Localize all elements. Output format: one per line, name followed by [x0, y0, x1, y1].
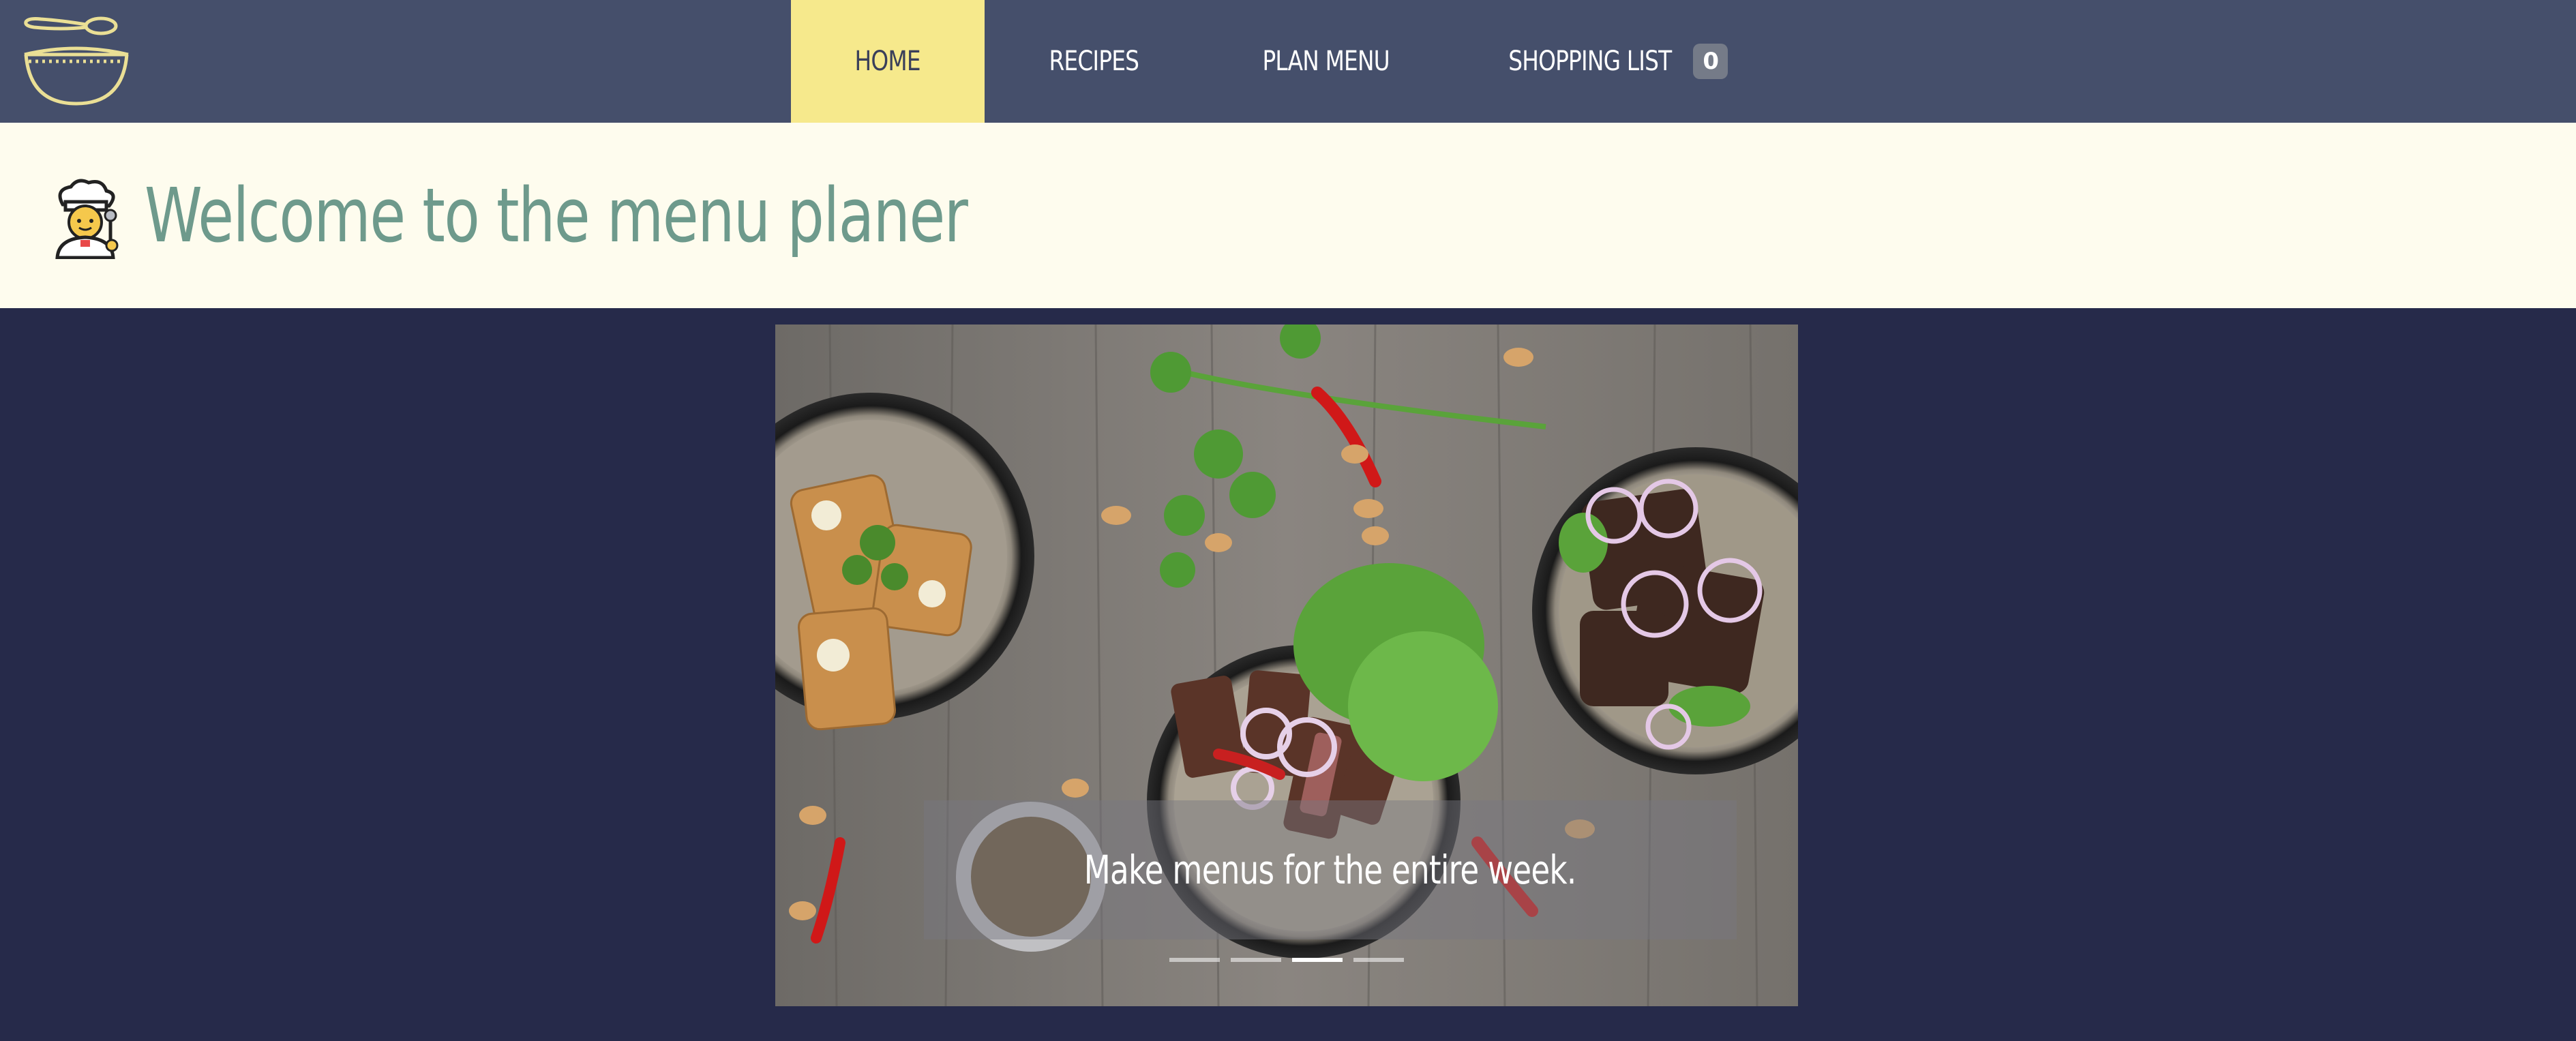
nav-recipes[interactable]: RECIPES: [985, 0, 1203, 123]
nav-plan-menu[interactable]: PLAN MENU: [1220, 0, 1432, 123]
shopping-list-count-badge: 0: [1693, 44, 1728, 79]
chef-emoji-icon: [48, 177, 123, 260]
nav-home-label: HOME: [854, 46, 921, 77]
carousel-indicator-2[interactable]: [1231, 958, 1281, 962]
nav-home[interactable]: HOME: [791, 0, 985, 123]
carousel-indicator-1[interactable]: [1169, 958, 1220, 962]
nav-shopping-list[interactable]: SHOPPING LIST 0: [1480, 0, 1739, 123]
nav-recipes-label: RECIPES: [1049, 46, 1139, 77]
pot-and-spoon-icon[interactable]: [20, 12, 132, 110]
welcome-header: Welcome to the menu planer: [0, 123, 2576, 308]
carousel-indicator-4[interactable]: [1353, 958, 1404, 962]
carousel-caption: Make menus for the entire week.: [924, 800, 1737, 939]
nav-plan-menu-label: PLAN MENU: [1262, 46, 1390, 77]
carousel-indicators: [775, 958, 1798, 965]
carousel-caption-box: Make menus for the entire week.: [924, 800, 1737, 939]
nav-shopping-list-label: SHOPPING LIST: [1508, 46, 1672, 77]
image-carousel[interactable]: Make menus for the entire week.: [775, 325, 1798, 1006]
carousel-indicator-3[interactable]: [1292, 958, 1343, 962]
carousel-caption-text: Make menus for the entire week.: [1084, 847, 1576, 893]
navbar: HOME RECIPES PLAN MENU SHOPPING LIST 0: [0, 0, 2576, 123]
page-title: Welcome to the menu planer: [145, 172, 968, 259]
